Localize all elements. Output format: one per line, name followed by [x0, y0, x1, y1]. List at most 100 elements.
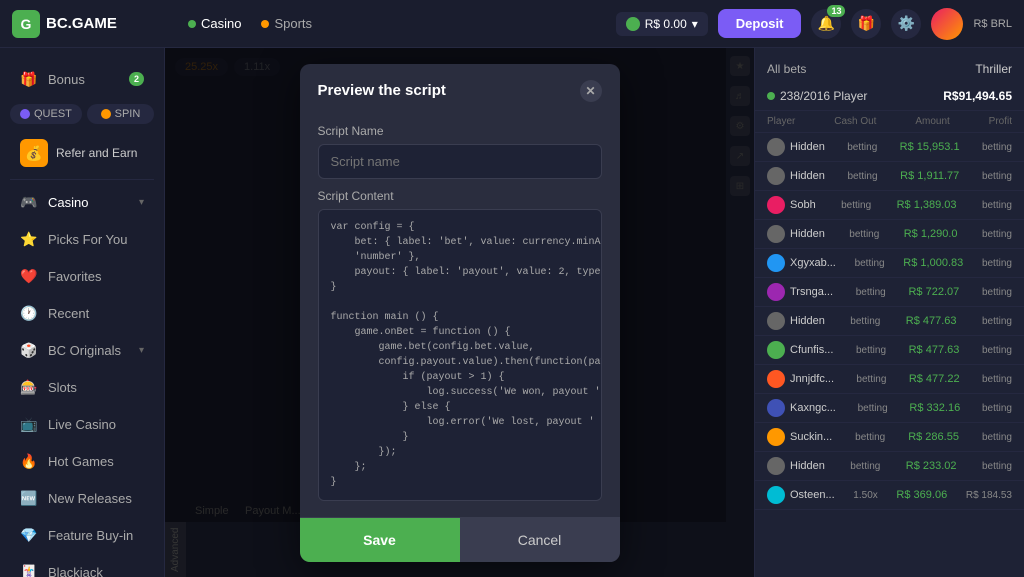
main-layout: 🎁 Bonus 2 QUEST SPIN 💰 Refer and Earn	[0, 48, 1024, 577]
sidebar: 🎁 Bonus 2 QUEST SPIN 💰 Refer and Earn	[0, 48, 165, 577]
spin-button[interactable]: SPIN	[87, 104, 154, 124]
sidebar-item-feature-buy-in[interactable]: 💎 Feature Buy-in	[6, 517, 158, 553]
picks-icon: ⭐	[20, 230, 38, 248]
player-profit: betting	[982, 345, 1012, 356]
logo-text: BC.GAME	[46, 15, 117, 32]
player-name: Jnnjdfc...	[767, 370, 834, 388]
player-cashout: betting	[855, 258, 885, 269]
save-button[interactable]: Save	[300, 518, 460, 562]
player-cashout: betting	[847, 142, 877, 153]
player-cashout: betting	[850, 316, 880, 327]
all-bets-label: All bets	[767, 62, 806, 76]
balance-button[interactable]: R$ 0.00 ▾	[616, 12, 708, 36]
sidebar-item-favorites[interactable]: ❤️ Favorites	[6, 258, 158, 294]
player-amount: R$ 233.02	[906, 460, 957, 472]
nav-links: Casino Sports	[188, 16, 312, 31]
sidebar-divider-1	[10, 179, 154, 180]
player-profit: betting	[982, 142, 1012, 153]
favorites-icon: ❤️	[20, 267, 38, 285]
player-name: Xgyxab...	[767, 254, 836, 272]
right-panel: All bets Thriller 238/2016 Player R$91,4…	[754, 48, 1024, 577]
panel-header: All bets Thriller	[755, 56, 1024, 82]
player-amount: R$ 15,953.1	[900, 141, 960, 153]
avatar[interactable]	[931, 8, 963, 40]
player-row: Hidden betting R$ 1,911.77 betting	[755, 162, 1024, 191]
player-cashout: betting	[856, 287, 886, 298]
player-profit: R$ 184.53	[966, 490, 1012, 501]
sidebar-item-hot-games[interactable]: 🔥 Hot Games	[6, 443, 158, 479]
sidebar-item-refer[interactable]: 💰 Refer and Earn	[6, 131, 158, 175]
modal-footer: Save Cancel	[300, 517, 620, 562]
player-profit: betting	[982, 403, 1012, 414]
casino-chevron-icon: ▾	[139, 197, 144, 208]
quest-button[interactable]: QUEST	[10, 104, 82, 124]
player-row: Suckin... betting R$ 286.55 betting	[755, 423, 1024, 452]
gift-button[interactable]: 🎁	[851, 9, 881, 39]
sidebar-item-new-releases[interactable]: 🆕 New Releases	[6, 480, 158, 516]
sidebar-item-slots[interactable]: 🎰 Slots	[6, 369, 158, 405]
player-profit: betting	[982, 229, 1012, 240]
player-name: Osteen...	[767, 486, 835, 504]
script-name-input[interactable]	[318, 144, 602, 179]
casino-icon: 🎮	[20, 193, 38, 211]
feature-icon: 💎	[20, 526, 38, 544]
player-avatar	[767, 457, 785, 475]
new-releases-icon: 🆕	[20, 489, 38, 507]
player-avatar	[767, 312, 785, 330]
username-label: R$ BRL	[973, 18, 1012, 30]
player-name: Kaxngc...	[767, 399, 836, 417]
sidebar-item-bc-originals[interactable]: 🎲 BC Originals ▾	[6, 332, 158, 368]
column-headers: Player Cash Out Amount Profit	[755, 111, 1024, 133]
quest-spin-area: QUEST SPIN	[0, 98, 164, 130]
col-amount: Amount	[915, 116, 949, 127]
gift-icon: 🎁	[858, 15, 875, 32]
modal-close-button[interactable]: ✕	[580, 80, 602, 102]
player-name: Cfunfis...	[767, 341, 833, 359]
player-amount: R$ 1,290.0	[904, 228, 958, 240]
bc-originals-chevron-icon: ▾	[139, 345, 144, 356]
sports-dot	[261, 20, 269, 28]
player-profit: betting	[982, 287, 1012, 298]
player-avatar	[767, 486, 785, 504]
player-amount: R$ 722.07	[908, 286, 959, 298]
player-name: Hidden	[767, 138, 825, 156]
deposit-button[interactable]: Deposit	[718, 9, 802, 38]
sidebar-item-live-casino[interactable]: 📺 Live Casino	[6, 406, 158, 442]
top-player-row: 238/2016 Player R$91,494.65	[755, 82, 1024, 111]
col-cashout: Cash Out	[834, 116, 876, 127]
player-row: Jnnjdfc... betting R$ 477.22 betting	[755, 365, 1024, 394]
player-amount: R$ 369.06	[896, 489, 947, 501]
sidebar-item-casino[interactable]: 🎮 Casino ▾	[6, 184, 158, 220]
preview-script-modal: Preview the script ✕ Script Name Script …	[300, 64, 620, 562]
cancel-button[interactable]: Cancel	[460, 518, 620, 562]
notification-button[interactable]: 🔔 13	[811, 9, 841, 39]
player-amount: R$ 1,000.83	[903, 257, 963, 269]
nav-sports[interactable]: Sports	[261, 16, 312, 31]
player-name: Hidden	[767, 167, 825, 185]
player-profit: betting	[982, 316, 1012, 327]
player-name: Hidden	[767, 225, 825, 243]
player-profit: betting	[982, 171, 1012, 182]
nav-casino[interactable]: Casino	[188, 16, 241, 31]
quest-dot	[20, 109, 30, 119]
player-avatar	[767, 341, 785, 359]
player-cashout: betting	[858, 403, 888, 414]
spin-dot	[101, 109, 111, 119]
modal-overlay: Preview the script ✕ Script Name Script …	[165, 48, 754, 577]
bonus-icon: 🎁	[20, 70, 38, 88]
header-right: R$ 0.00 ▾ Deposit 🔔 13 🎁 ⚙️ R$ BRL	[616, 8, 1012, 40]
sidebar-item-bonus[interactable]: 🎁 Bonus 2	[6, 61, 158, 97]
player-list: Hidden betting R$ 15,953.1 betting Hidde…	[755, 133, 1024, 510]
logo-icon: G	[12, 10, 40, 38]
bonus-badge: 2	[129, 72, 144, 86]
sidebar-item-picks[interactable]: ⭐ Picks For You	[6, 221, 158, 257]
casino-dot	[188, 20, 196, 28]
top-player-amount: R$91,494.65	[943, 89, 1012, 103]
player-profit: betting	[982, 258, 1012, 269]
player-row: Hidden betting R$ 233.02 betting	[755, 452, 1024, 481]
settings-button[interactable]: ⚙️	[891, 9, 921, 39]
player-avatar	[767, 167, 785, 185]
player-cashout: betting	[856, 345, 886, 356]
sidebar-item-blackjack[interactable]: 🃏 Blackjack	[6, 554, 158, 577]
sidebar-item-recent[interactable]: 🕐 Recent	[6, 295, 158, 331]
